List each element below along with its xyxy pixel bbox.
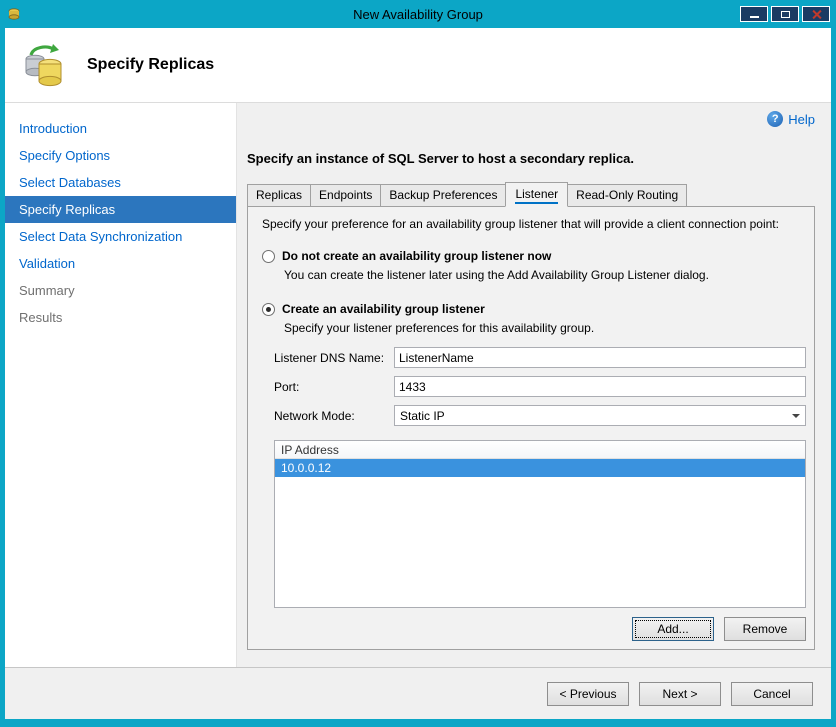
port-row: Port: bbox=[274, 376, 806, 397]
minimize-button[interactable] bbox=[740, 6, 768, 22]
content-area: Introduction Specify Options Select Data… bbox=[5, 103, 831, 667]
radio-create-listener-label[interactable]: Create an availability group listener bbox=[282, 302, 485, 316]
port-label: Port: bbox=[274, 379, 300, 394]
tab-backup-preferences[interactable]: Backup Preferences bbox=[380, 184, 507, 207]
radio-row-no-listener: Do not create an availability group list… bbox=[262, 249, 806, 263]
ip-address-column-header[interactable]: IP Address bbox=[275, 441, 805, 459]
previous-button[interactable]: < Previous bbox=[547, 681, 629, 706]
tab-listener[interactable]: Listener bbox=[505, 182, 569, 207]
radio-no-listener-description: You can create the listener later using … bbox=[284, 268, 709, 282]
network-mode-value: Static IP bbox=[400, 408, 445, 423]
remove-ip-button[interactable]: Remove bbox=[724, 617, 806, 641]
help-row: ? Help bbox=[247, 111, 815, 127]
radio-no-listener-label[interactable]: Do not create an availability group list… bbox=[282, 249, 551, 263]
wizard-header: Specify Replicas bbox=[5, 28, 831, 103]
wizard-steps-sidebar: Introduction Specify Options Select Data… bbox=[5, 103, 237, 667]
instruction-text: Specify an instance of SQL Server to hos… bbox=[247, 151, 635, 166]
window-title: New Availability Group bbox=[353, 6, 483, 22]
cancel-button[interactable]: Cancel bbox=[731, 681, 813, 706]
ip-list-buttons: Add... Remove bbox=[260, 617, 806, 641]
dns-name-label: Listener DNS Name: bbox=[274, 350, 385, 365]
sidebar-item-results: Results bbox=[19, 310, 63, 325]
radio-no-listener[interactable] bbox=[262, 249, 275, 263]
radio-create-listener-description: Specify your listener preferences for th… bbox=[284, 321, 595, 335]
help-label: Help bbox=[788, 111, 815, 127]
network-mode-select[interactable]: Static IP bbox=[394, 405, 806, 426]
minimize-icon bbox=[749, 15, 759, 18]
sidebar-item-specify-replicas[interactable]: Specify Replicas bbox=[5, 196, 236, 223]
tab-replicas[interactable]: Replicas bbox=[247, 184, 312, 207]
sidebar-item-introduction[interactable]: Introduction bbox=[5, 115, 236, 142]
add-ip-button[interactable]: Add... bbox=[632, 617, 714, 641]
ip-address-list[interactable]: IP Address 10.0.0.12 bbox=[274, 440, 806, 608]
maximize-button[interactable] bbox=[771, 6, 799, 22]
page-title: Specify Replicas bbox=[87, 56, 215, 73]
radio-row-create-listener: Create an availability group listener bbox=[262, 302, 806, 316]
sidebar-item-summary: Summary bbox=[19, 283, 75, 298]
dns-name-row: Listener DNS Name: bbox=[274, 347, 806, 368]
close-icon bbox=[812, 10, 821, 19]
help-link[interactable]: ? Help bbox=[767, 111, 815, 127]
next-button[interactable]: Next > bbox=[639, 681, 721, 706]
listener-intro-text: Specify your preference for an availabil… bbox=[262, 217, 779, 231]
sidebar-item-validation[interactable]: Validation bbox=[5, 250, 236, 277]
main-pane: ? Help Specify an instance of SQL Server… bbox=[237, 103, 831, 667]
dns-name-input[interactable] bbox=[394, 347, 806, 368]
tab-endpoints[interactable]: Endpoints bbox=[310, 184, 382, 207]
window-icon bbox=[6, 6, 22, 22]
sidebar-item-select-databases[interactable]: Select Databases bbox=[5, 169, 236, 196]
titlebar[interactable]: New Availability Group bbox=[0, 0, 836, 28]
maximize-icon bbox=[780, 10, 790, 18]
ip-address-row[interactable]: 10.0.0.12 bbox=[275, 459, 805, 477]
network-mode-row: Network Mode: Static IP bbox=[274, 405, 806, 426]
help-icon: ? bbox=[767, 111, 784, 127]
chevron-down-icon bbox=[787, 407, 804, 424]
radio-create-listener[interactable] bbox=[262, 302, 275, 316]
new-availability-group-window: New Availability Group Specify Replicas … bbox=[0, 0, 836, 727]
sidebar-item-specify-options[interactable]: Specify Options bbox=[5, 142, 236, 169]
window-controls bbox=[740, 6, 830, 22]
close-button[interactable] bbox=[802, 6, 830, 22]
port-input[interactable] bbox=[394, 376, 806, 397]
listener-tab-panel: Specify your preference for an availabil… bbox=[247, 206, 815, 650]
tab-strip: Replicas Endpoints Backup Preferences Li… bbox=[247, 182, 815, 207]
dialog-body: Specify Replicas Introduction Specify Op… bbox=[5, 28, 831, 719]
tab-read-only-routing[interactable]: Read-Only Routing bbox=[567, 184, 688, 207]
sidebar-item-select-data-synchronization[interactable]: Select Data Synchronization bbox=[5, 223, 236, 250]
availability-group-icon bbox=[21, 41, 69, 89]
footer-bar: < Previous Next > Cancel bbox=[5, 667, 831, 719]
network-mode-label: Network Mode: bbox=[274, 408, 355, 423]
